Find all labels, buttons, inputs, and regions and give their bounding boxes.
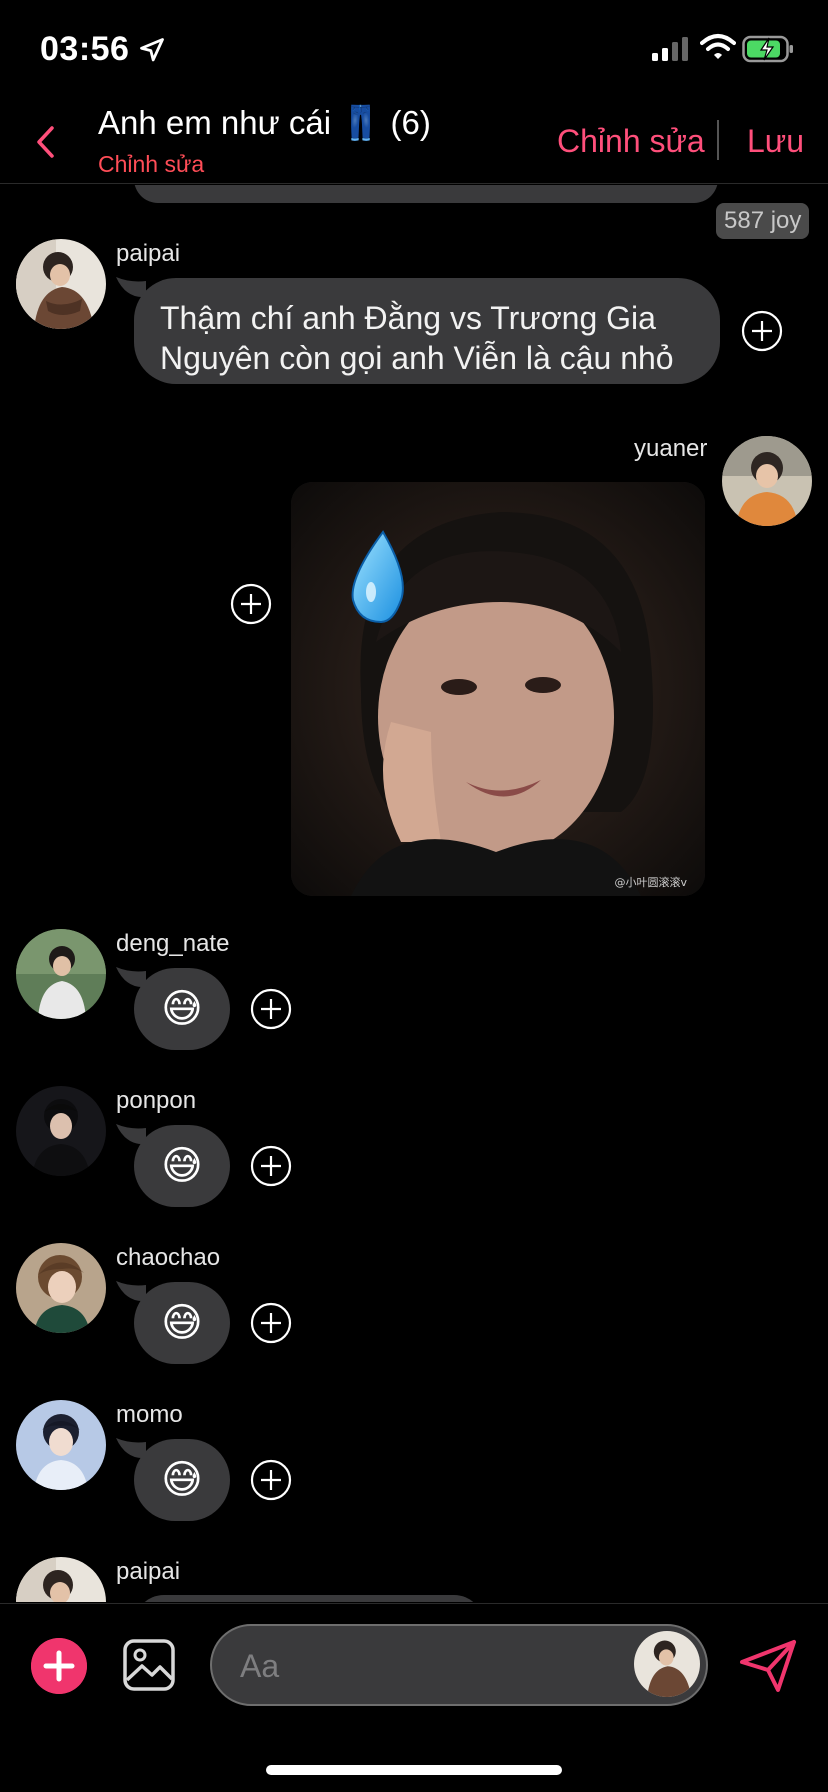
avatar-yuaner[interactable]: [722, 436, 812, 526]
add-reaction-icon[interactable]: [250, 988, 292, 1030]
emoji-message-bubble[interactable]: 😅: [134, 968, 230, 1050]
message-bubble[interactable]: [134, 1595, 484, 1602]
message-bubble[interactable]: Thậm chí anh Đằng vs Trương Gia Nguyên c…: [134, 278, 720, 384]
sender-name: ponpon: [116, 1087, 197, 1114]
status-time: 03:56: [40, 30, 130, 68]
sender-name: deng_nate: [116, 930, 230, 957]
chat-message-list[interactable]: 587 joy paipai Thậm chí anh Đằng vs Trươ…: [0, 185, 828, 1602]
cellular-signal-icon: [652, 37, 688, 61]
gallery-image-icon[interactable]: [122, 1638, 176, 1692]
emoji-grinning-sweat: 😅: [161, 986, 203, 1032]
message-text: Thậm chí anh Đằng vs Trương Gia Nguyên c…: [160, 300, 674, 376]
message-badge: 587 joy: [716, 203, 810, 239]
add-reaction-icon[interactable]: [250, 1459, 292, 1501]
sender-name: chaochao: [116, 1244, 221, 1271]
edit-button[interactable]: Chỉnh sửa: [557, 123, 705, 160]
message-input[interactable]: Aa: [210, 1624, 708, 1706]
back-chevron-icon[interactable]: [30, 122, 60, 162]
save-button[interactable]: Lưu: [747, 123, 804, 160]
emoji-grinning-sweat: 😅: [161, 1300, 203, 1346]
avatar-ponpon[interactable]: [16, 1086, 106, 1176]
battery-charging-icon: [742, 35, 793, 63]
avatar-chaochao[interactable]: [16, 1243, 106, 1333]
emoji-grinning-sweat: 😅: [161, 1143, 203, 1189]
emoji-message-bubble[interactable]: 😅: [134, 1282, 230, 1364]
wifi-icon: [700, 34, 736, 59]
chat-title: Anh em như cái 👖 (6): [98, 104, 431, 141]
header-divider: [717, 120, 719, 160]
avatar-deng-nate[interactable]: [16, 929, 106, 1019]
sender-name: paipai: [116, 1558, 181, 1585]
emoji-message-bubble[interactable]: 😅: [134, 1439, 230, 1521]
avatar-momo[interactable]: [16, 1400, 106, 1490]
add-reaction-icon[interactable]: [250, 1302, 292, 1344]
previous-message-bubble: [134, 185, 718, 203]
sender-name: paipai: [116, 240, 181, 267]
add-reaction-icon[interactable]: [741, 310, 783, 352]
sender-name: momo: [116, 1401, 183, 1428]
add-reaction-icon[interactable]: [230, 583, 272, 625]
chat-header: Anh em như cái 👖 (6) Chỉnh sửa Chỉnh sửa…: [0, 96, 828, 184]
add-reaction-icon[interactable]: [250, 1145, 292, 1187]
sender-avatar-selector[interactable]: [634, 1631, 700, 1697]
emoji-grinning-sweat: 😅: [161, 1457, 203, 1503]
status-bar: 03:56: [0, 0, 828, 96]
avatar-paipai[interactable]: [16, 1557, 106, 1602]
composer-bar: Aa: [0, 1603, 828, 1792]
sender-name: yuaner: [634, 435, 708, 462]
send-icon[interactable]: [738, 1638, 798, 1694]
home-indicator: [266, 1765, 562, 1775]
message-input-placeholder: Aa: [240, 1648, 280, 1684]
image-watermark: @小叶圆滚滚v: [614, 875, 687, 889]
location-arrow-icon: [140, 38, 164, 62]
emoji-message-bubble[interactable]: 😅: [134, 1125, 230, 1207]
image-message[interactable]: @小叶圆滚滚v: [291, 482, 705, 896]
avatar-paipai[interactable]: [16, 239, 106, 329]
add-attachment-button[interactable]: [31, 1638, 87, 1694]
chat-subtitle-edit-link[interactable]: Chỉnh sửa: [98, 151, 204, 178]
